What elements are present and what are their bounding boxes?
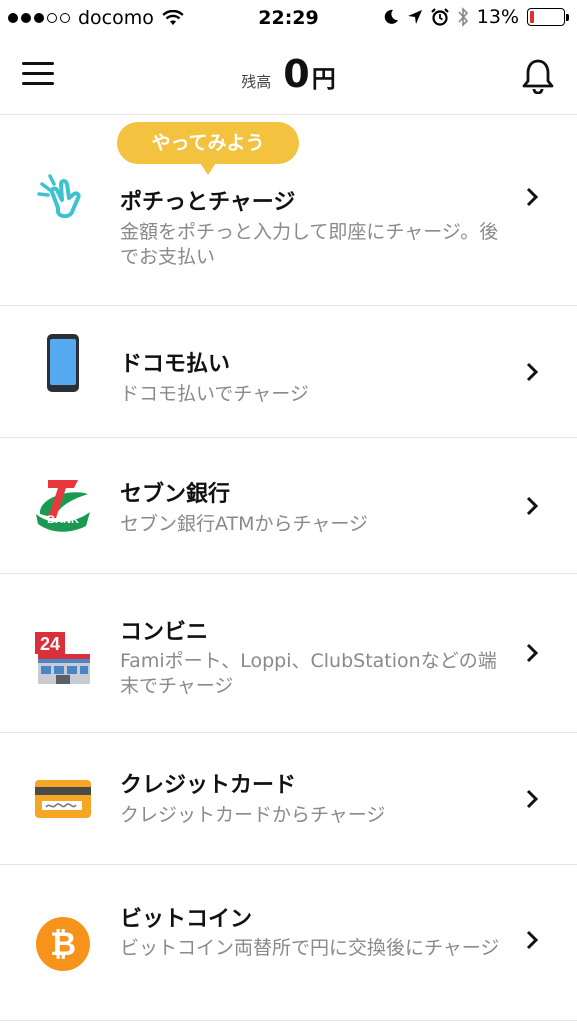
charge-option-pochitto[interactable]: やってみよう ポチっとチャージ 金額をポチっと入力して即座にチャージ。後でお支払… <box>0 116 577 306</box>
option-description: 金額をポチっと入力して即座にチャージ。後でお支払い <box>120 221 499 268</box>
option-title: コンビニ <box>120 620 209 645</box>
option-title: セブン銀行 <box>120 482 231 507</box>
bitcoin-symbol: ₿ <box>50 925 76 963</box>
balance-value: 0 <box>283 52 310 96</box>
charge-option-convenience-store[interactable]: 24 コンビニ Famiポート、Loppi、ClubStationなどの端末でチ… <box>0 574 577 733</box>
balance-display: 残高 0円 <box>0 52 577 96</box>
alarm-icon <box>430 8 449 26</box>
chevron-right-icon <box>526 643 539 663</box>
try-it-tooltip: やってみよう <box>117 122 299 175</box>
chevron-right-icon <box>526 187 539 207</box>
option-description: Famiポート、Loppi、ClubStationなどの端末でチャージ <box>120 650 497 697</box>
option-title: クレジットカード <box>120 773 297 798</box>
option-description: ビットコイン両替所で円に交換後にチャージ <box>120 937 500 959</box>
status-right: 13% <box>383 6 569 28</box>
bank-logo-text: BANK <box>47 514 79 526</box>
status-bar: docomo 22:29 13% <box>0 0 577 38</box>
location-icon <box>407 10 422 24</box>
option-title: ドコモ払い <box>120 352 231 377</box>
tooltip-tail <box>200 163 216 175</box>
charge-option-list: やってみよう ポチっとチャージ 金額をポチっと入力して即座にチャージ。後でお支払… <box>0 116 577 1021</box>
balance-label: 残高 <box>241 73 272 91</box>
nav-bar: 残高 0円 <box>0 38 577 115</box>
moon-icon <box>384 9 398 24</box>
tap-finger-icon <box>30 164 96 230</box>
option-title: ビットコイン <box>120 907 253 932</box>
seven-bank-icon: BANK <box>30 474 96 540</box>
charge-option-seven-bank[interactable]: BANK セブン銀行 セブン銀行ATMからチャージ <box>0 438 577 574</box>
charge-option-credit-card[interactable]: クレジットカード クレジットカードからチャージ <box>0 733 577 865</box>
bitcoin-icon: ₿ <box>30 911 96 977</box>
smartphone-icon <box>30 330 96 396</box>
battery-percent: 13% <box>476 6 519 28</box>
option-description: ドコモ払いでチャージ <box>120 383 309 405</box>
bluetooth-icon <box>458 7 468 27</box>
battery-icon <box>527 8 569 26</box>
option-description: クレジットカードからチャージ <box>120 804 386 826</box>
credit-card-icon <box>30 766 96 832</box>
option-title: ポチっとチャージ <box>120 190 296 215</box>
convenience-store-icon: 24 <box>30 620 96 686</box>
chevron-right-icon <box>526 362 539 382</box>
option-description: セブン銀行ATMからチャージ <box>120 513 368 535</box>
store-logo-text: 24 <box>40 634 60 654</box>
tooltip-label: やってみよう <box>151 132 265 154</box>
balance-unit: 円 <box>311 65 336 93</box>
chevron-right-icon <box>526 930 539 950</box>
chevron-right-icon <box>526 496 539 516</box>
charge-option-docomo-pay[interactable]: ドコモ払い ドコモ払いでチャージ <box>0 306 577 438</box>
battery-level-fill <box>530 11 535 23</box>
bell-icon[interactable] <box>521 58 555 94</box>
charge-option-bitcoin[interactable]: ₿ ビットコイン ビットコイン両替所で円に交換後にチャージ <box>0 865 577 1021</box>
chevron-right-icon <box>526 789 539 809</box>
